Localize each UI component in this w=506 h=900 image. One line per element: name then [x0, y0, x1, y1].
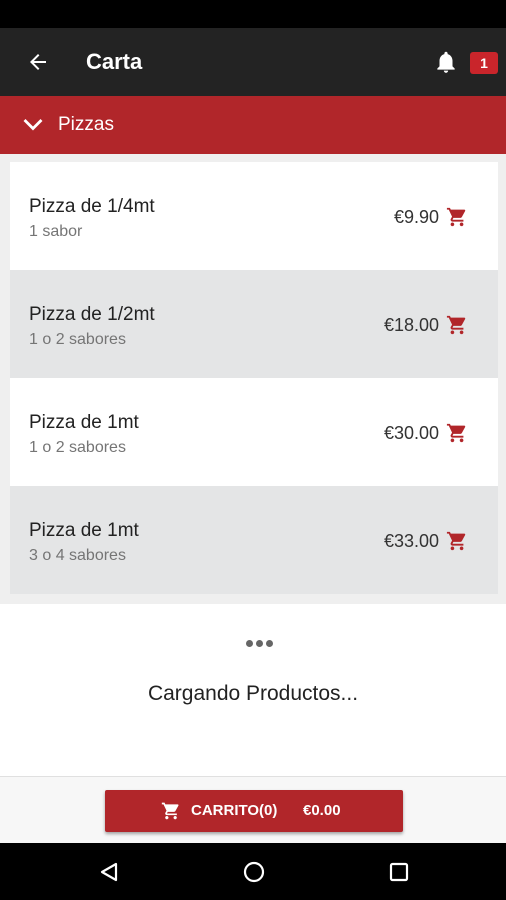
product-name: Pizza de 1/4mt [29, 196, 155, 217]
product-name: Pizza de 1mt [29, 520, 139, 541]
product-price: €30.00 [383, 423, 439, 443]
product-subtitle: 1 sabor [29, 223, 83, 240]
nav-home-button[interactable] [239, 857, 269, 887]
circle-home-icon [243, 861, 265, 883]
add-to-cart-icon[interactable] [445, 530, 469, 552]
notification-badge[interactable]: 1 [470, 52, 498, 74]
product-subtitle: 1 o 2 sabores [29, 439, 126, 456]
product-row[interactable]: Pizza de 1/2mt 1 o 2 sabores €18.00 [10, 270, 498, 378]
product-price: €33.00 [383, 531, 439, 551]
cart-icon [161, 802, 179, 820]
product-subtitle: 3 o 4 sabores [29, 547, 126, 564]
bell-icon [437, 51, 455, 73]
product-name: Pizza de 1/2mt [29, 304, 155, 325]
arrow-left-icon [30, 54, 46, 70]
chevron-down-icon [23, 119, 43, 131]
cart-label: CARRITO(0) [191, 802, 278, 819]
system-nav-bar [0, 843, 506, 900]
cart-button[interactable]: CARRITO(0) €0.00 [105, 790, 403, 832]
category-header-pizzas[interactable]: Pizzas [0, 96, 506, 154]
add-to-cart-icon[interactable] [445, 314, 469, 336]
page-title: Carta [86, 49, 143, 74]
product-subtitle: 1 o 2 sabores [29, 331, 126, 348]
product-row[interactable]: Pizza de 1mt 1 o 2 sabores €30.00 [10, 378, 498, 486]
product-name: Pizza de 1mt [29, 412, 139, 433]
loading-dots-icon [246, 640, 273, 647]
product-list: Pizza de 1/4mt 1 sabor €9.90 Pizza de 1/… [10, 162, 498, 594]
add-to-cart-icon[interactable] [445, 422, 469, 444]
product-row[interactable]: Pizza de 1mt 3 o 4 sabores €33.00 [10, 486, 498, 594]
notifications-button[interactable] [428, 46, 464, 78]
nav-back-button[interactable] [94, 857, 124, 887]
product-price: €18.00 [383, 315, 439, 335]
back-button[interactable] [18, 44, 58, 80]
triangle-back-icon [100, 862, 118, 882]
product-row[interactable]: Pizza de 1/4mt 1 sabor €9.90 [10, 162, 498, 270]
category-label: Pizzas [58, 114, 114, 135]
bottom-bar: CARRITO(0) €0.00 [0, 776, 506, 843]
nav-recents-button[interactable] [384, 857, 414, 887]
loading-text: Cargando Productos... [147, 682, 359, 705]
app-bar: Carta 1 [0, 28, 506, 96]
status-bar [0, 0, 506, 28]
product-price: €9.90 [393, 207, 439, 227]
cart-total: €0.00 [303, 802, 341, 819]
square-recents-icon [389, 862, 409, 882]
add-to-cart-icon[interactable] [445, 206, 469, 228]
loading-area: Cargando Productos... [0, 604, 506, 776]
